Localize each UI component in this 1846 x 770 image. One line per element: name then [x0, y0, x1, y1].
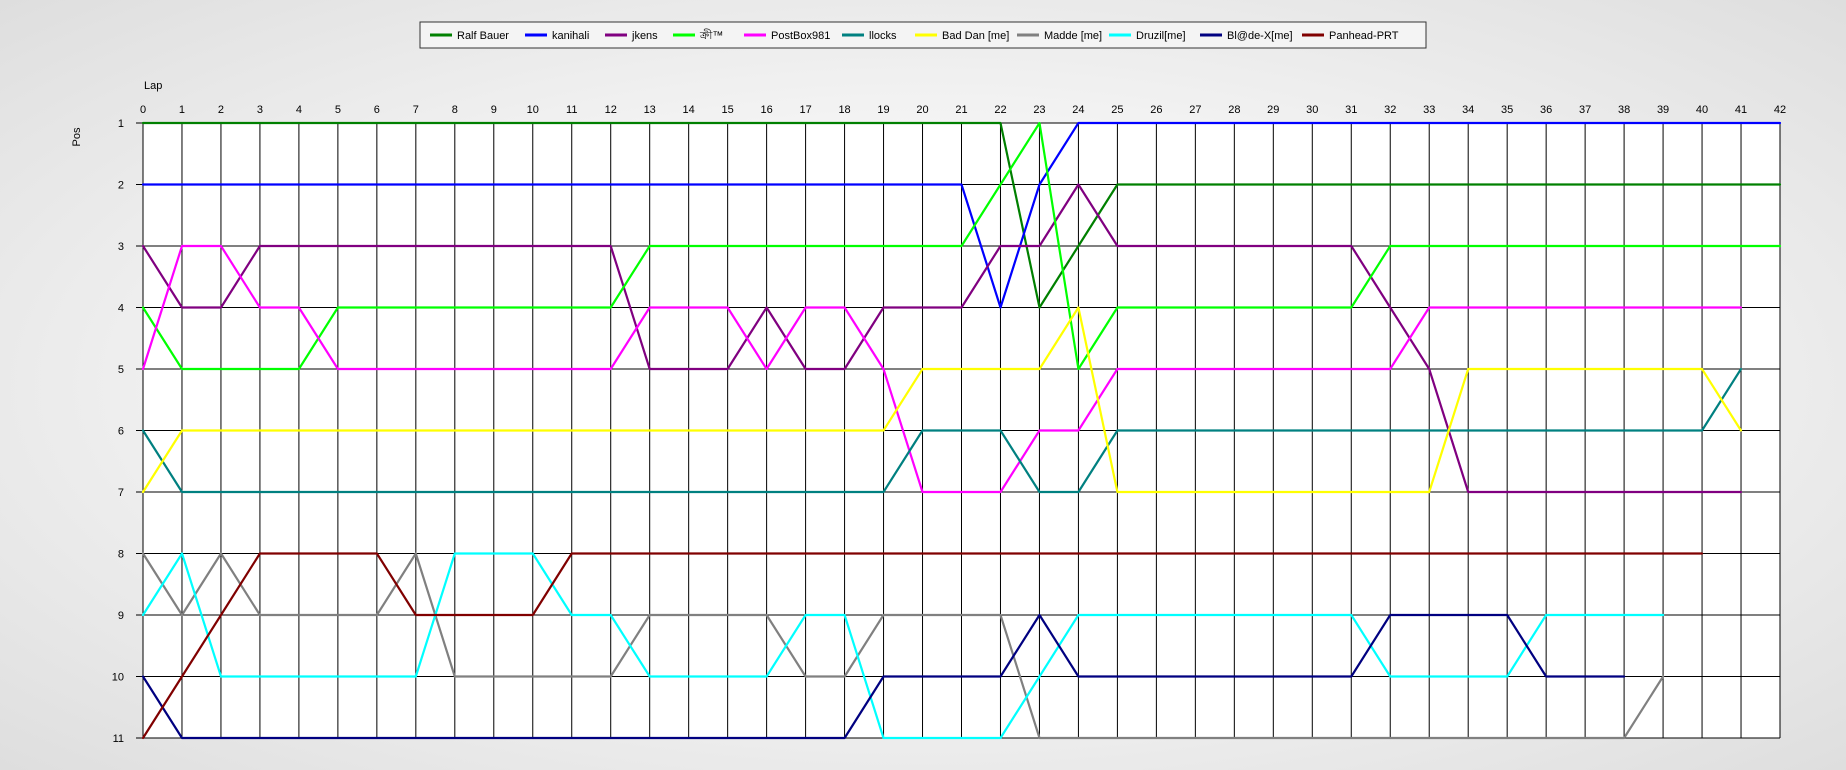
y-tick-label: 6 [118, 426, 124, 438]
x-tick-label: 5 [335, 104, 341, 116]
y-tick-label: 1 [118, 118, 124, 130]
x-tick-label: 21 [955, 104, 967, 116]
y-axis-label: Pos [71, 127, 83, 146]
x-tick-label: 13 [644, 104, 656, 116]
x-tick-labels: 0 1 2 3 4 5 6 7 8 9 10 11 12 13 14 15 16 17 18 19 20 21 22 23 24… [140, 104, 1786, 116]
x-tick-label: 1 [179, 104, 185, 116]
x-tick-label: 8 [452, 104, 458, 116]
x-tick-label: 17 [799, 104, 811, 116]
y-tick-label: 4 [118, 303, 124, 315]
x-tick-label: 24 [1072, 104, 1084, 116]
x-tick-label: 9 [491, 104, 497, 116]
y-tick-label: 2 [118, 180, 124, 192]
x-tick-label: 4 [296, 104, 302, 116]
y-tick-label: 8 [118, 549, 124, 561]
x-tick-label: 25 [1111, 104, 1123, 116]
y-tick-label: 5 [118, 364, 124, 376]
x-tick-label: 29 [1267, 104, 1279, 116]
x-tick-label: 23 [1033, 104, 1045, 116]
x-tick-label: 34 [1462, 104, 1474, 116]
x-tick-label: 40 [1696, 104, 1708, 116]
legend-label: PostBox981 [771, 30, 830, 42]
y-tick-label: 7 [118, 487, 124, 499]
lap-position-chart: Ralf Bauer kanihali jkens ক্ৰী™ PostBox981 ll… [71, 21, 1786, 745]
x-tick-label: 12 [605, 104, 617, 116]
y-tick-label: 9 [118, 610, 124, 622]
x-tick-label: 7 [413, 104, 419, 116]
x-tick-label: 33 [1423, 104, 1435, 116]
x-tick-label: 30 [1306, 104, 1318, 116]
legend-label: Druzil[me] [1136, 30, 1186, 42]
x-tick-label: 42 [1774, 104, 1786, 116]
x-tick-label: 20 [916, 104, 928, 116]
x-tick-label: 10 [527, 104, 539, 116]
legend-label: kanihali [552, 30, 589, 42]
legend: Ralf Bauer kanihali jkens ক্ৰী™ PostBox981 ll… [419, 21, 1427, 49]
x-tick-label: 36 [1540, 104, 1552, 116]
x-tick-label: 19 [877, 104, 889, 116]
x-tick-label: 27 [1189, 104, 1201, 116]
x-tick-label: 0 [140, 104, 146, 116]
x-tick-label: 41 [1735, 104, 1747, 116]
legend-label: Bl@de-X[me] [1227, 30, 1293, 42]
x-tick-label: 18 [838, 104, 850, 116]
legend-label: jkens [631, 30, 658, 42]
y-tick-label: 11 [113, 733, 124, 745]
legend-label: ক্ৰী™ [699, 29, 723, 42]
legend-label: Bad Dan [me] [942, 30, 1009, 42]
x-tick-label: 15 [722, 104, 734, 116]
y-tick-labels: 1 2 3 4 5 6 7 8 9 10 11 [112, 118, 124, 745]
x-tick-label: 39 [1657, 104, 1669, 116]
x-tick-label: 35 [1501, 104, 1513, 116]
legend-label: llocks [869, 30, 897, 42]
legend-label: Panhead-PRT [1329, 30, 1399, 42]
legend-label: Madde [me] [1044, 30, 1102, 42]
x-tick-label: 26 [1150, 104, 1162, 116]
x-axis-label: Lap [144, 80, 162, 92]
x-tick-label: 38 [1618, 104, 1630, 116]
x-tick-label: 3 [257, 104, 263, 116]
x-tick-label: 16 [760, 104, 772, 116]
x-tick-label: 22 [994, 104, 1006, 116]
x-tick-label: 11 [566, 104, 577, 116]
x-tick-label: 2 [218, 104, 224, 116]
x-tick-label: 31 [1345, 104, 1357, 116]
x-tick-label: 37 [1579, 104, 1591, 116]
y-tick-label: 10 [112, 672, 124, 684]
x-tick-label: 28 [1228, 104, 1240, 116]
x-tick-label: 6 [374, 104, 380, 116]
x-tick-label: 14 [683, 104, 695, 116]
x-tick-label: 32 [1384, 104, 1396, 116]
legend-label: Ralf Bauer [457, 30, 509, 42]
y-tick-label: 3 [118, 241, 124, 253]
